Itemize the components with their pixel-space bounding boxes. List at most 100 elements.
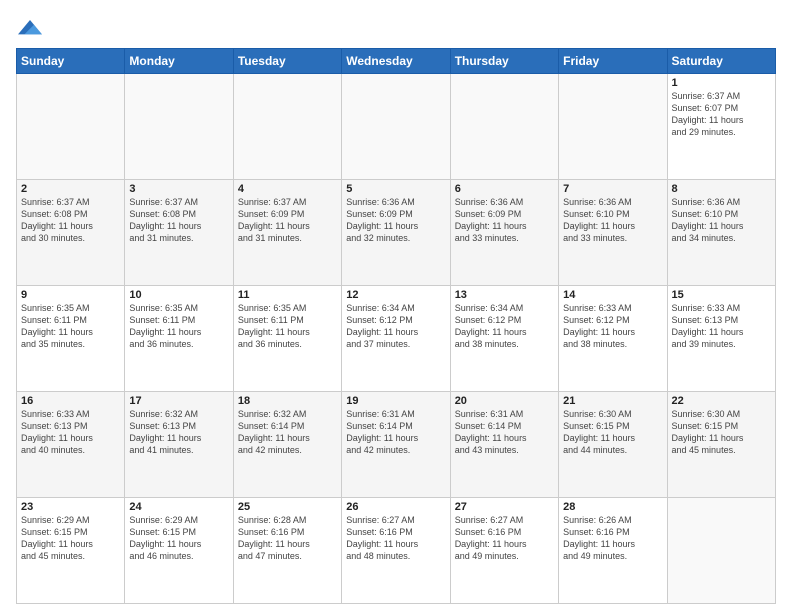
day-info: Sunrise: 6:32 AM Sunset: 6:13 PM Dayligh…	[129, 408, 228, 457]
weekday-header-monday: Monday	[125, 49, 233, 74]
day-number: 28	[563, 501, 662, 513]
day-info: Sunrise: 6:35 AM Sunset: 6:11 PM Dayligh…	[129, 302, 228, 351]
day-number: 19	[346, 395, 445, 407]
day-number: 23	[21, 501, 120, 513]
day-number: 12	[346, 289, 445, 301]
calendar-cell: 16Sunrise: 6:33 AM Sunset: 6:13 PM Dayli…	[17, 392, 125, 498]
weekday-header-wednesday: Wednesday	[342, 49, 450, 74]
day-info: Sunrise: 6:33 AM Sunset: 6:13 PM Dayligh…	[672, 302, 771, 351]
day-info: Sunrise: 6:36 AM Sunset: 6:09 PM Dayligh…	[346, 196, 445, 245]
day-number: 22	[672, 395, 771, 407]
calendar-cell	[125, 74, 233, 180]
day-number: 17	[129, 395, 228, 407]
calendar-cell: 18Sunrise: 6:32 AM Sunset: 6:14 PM Dayli…	[233, 392, 341, 498]
week-row-3: 9Sunrise: 6:35 AM Sunset: 6:11 PM Daylig…	[17, 286, 776, 392]
day-number: 13	[455, 289, 554, 301]
weekday-header-thursday: Thursday	[450, 49, 558, 74]
week-row-2: 2 Sunrise: 6:37 AM Sunset: 6:08 PM Daylig…	[17, 180, 776, 286]
calendar-cell	[233, 74, 341, 180]
day-info: Sunrise: 6:37 AM Sunset: 6:07 PM Dayligh…	[672, 90, 771, 139]
calendar-cell: 11Sunrise: 6:35 AM Sunset: 6:11 PM Dayli…	[233, 286, 341, 392]
calendar-cell: 7Sunrise: 6:36 AM Sunset: 6:10 PM Daylig…	[559, 180, 667, 286]
weekday-header-row: SundayMondayTuesdayWednesdayThursdayFrid…	[17, 49, 776, 74]
page: SundayMondayTuesdayWednesdayThursdayFrid…	[0, 0, 792, 612]
calendar-cell: 24Sunrise: 6:29 AM Sunset: 6:15 PM Dayli…	[125, 498, 233, 604]
day-number: 9	[21, 289, 120, 301]
calendar-table: SundayMondayTuesdayWednesdayThursdayFrid…	[16, 48, 776, 604]
logo	[16, 16, 42, 40]
day-number: 10	[129, 289, 228, 301]
day-info: Sunrise: 6:28 AM Sunset: 6:16 PM Dayligh…	[238, 514, 337, 563]
day-info: Sunrise: 6:36 AM Sunset: 6:10 PM Dayligh…	[563, 196, 662, 245]
day-number: 3	[129, 183, 228, 195]
calendar-cell: 22Sunrise: 6:30 AM Sunset: 6:15 PM Dayli…	[667, 392, 775, 498]
day-number: 25	[238, 501, 337, 513]
day-info: Sunrise: 6:33 AM Sunset: 6:12 PM Dayligh…	[563, 302, 662, 351]
day-number: 1	[672, 77, 771, 89]
day-info: Sunrise: 6:29 AM Sunset: 6:15 PM Dayligh…	[21, 514, 120, 563]
calendar-cell: 2Sunrise: 6:37 AM Sunset: 6:08 PM Daylig…	[17, 180, 125, 286]
day-number: 24	[129, 501, 228, 513]
day-info: Sunrise: 6:30 AM Sunset: 6:15 PM Dayligh…	[563, 408, 662, 457]
day-info: Sunrise: 6:35 AM Sunset: 6:11 PM Dayligh…	[238, 302, 337, 351]
header	[16, 16, 776, 40]
day-info: Sunrise: 6:37 AM Sunset: 6:09 PM Dayligh…	[238, 196, 337, 245]
day-info: Sunrise: 6:30 AM Sunset: 6:15 PM Dayligh…	[672, 408, 771, 457]
calendar-cell: 15Sunrise: 6:33 AM Sunset: 6:13 PM Dayli…	[667, 286, 775, 392]
week-row-5: 23Sunrise: 6:29 AM Sunset: 6:15 PM Dayli…	[17, 498, 776, 604]
day-number: 4	[238, 183, 337, 195]
day-number: 14	[563, 289, 662, 301]
weekday-header-saturday: Saturday	[667, 49, 775, 74]
calendar-cell: 13Sunrise: 6:34 AM Sunset: 6:12 PM Dayli…	[450, 286, 558, 392]
calendar-cell: 23Sunrise: 6:29 AM Sunset: 6:15 PM Dayli…	[17, 498, 125, 604]
weekday-header-sunday: Sunday	[17, 49, 125, 74]
day-info: Sunrise: 6:36 AM Sunset: 6:09 PM Dayligh…	[455, 196, 554, 245]
day-info: Sunrise: 6:33 AM Sunset: 6:13 PM Dayligh…	[21, 408, 120, 457]
day-info: Sunrise: 6:36 AM Sunset: 6:10 PM Dayligh…	[672, 196, 771, 245]
calendar-cell: 4Sunrise: 6:37 AM Sunset: 6:09 PM Daylig…	[233, 180, 341, 286]
day-info: Sunrise: 6:32 AM Sunset: 6:14 PM Dayligh…	[238, 408, 337, 457]
calendar-cell	[17, 74, 125, 180]
day-number: 18	[238, 395, 337, 407]
weekday-header-tuesday: Tuesday	[233, 49, 341, 74]
logo-icon	[18, 16, 42, 40]
day-number: 8	[672, 183, 771, 195]
day-number: 2	[21, 183, 120, 195]
calendar-cell: 9Sunrise: 6:35 AM Sunset: 6:11 PM Daylig…	[17, 286, 125, 392]
week-row-1: 1Sunrise: 6:37 AM Sunset: 6:07 PM Daylig…	[17, 74, 776, 180]
day-info: Sunrise: 6:27 AM Sunset: 6:16 PM Dayligh…	[346, 514, 445, 563]
calendar-cell: 14Sunrise: 6:33 AM Sunset: 6:12 PM Dayli…	[559, 286, 667, 392]
calendar-cell	[559, 74, 667, 180]
calendar-cell: 25Sunrise: 6:28 AM Sunset: 6:16 PM Dayli…	[233, 498, 341, 604]
day-info: Sunrise: 6:34 AM Sunset: 6:12 PM Dayligh…	[455, 302, 554, 351]
weekday-header-friday: Friday	[559, 49, 667, 74]
week-row-4: 16Sunrise: 6:33 AM Sunset: 6:13 PM Dayli…	[17, 392, 776, 498]
day-info: Sunrise: 6:35 AM Sunset: 6:11 PM Dayligh…	[21, 302, 120, 351]
calendar-cell: 28Sunrise: 6:26 AM Sunset: 6:16 PM Dayli…	[559, 498, 667, 604]
calendar-cell	[667, 498, 775, 604]
calendar-cell: 8Sunrise: 6:36 AM Sunset: 6:10 PM Daylig…	[667, 180, 775, 286]
calendar-cell: 1Sunrise: 6:37 AM Sunset: 6:07 PM Daylig…	[667, 74, 775, 180]
calendar-cell	[342, 74, 450, 180]
calendar-cell: 19Sunrise: 6:31 AM Sunset: 6:14 PM Dayli…	[342, 392, 450, 498]
day-number: 6	[455, 183, 554, 195]
day-number: 21	[563, 395, 662, 407]
calendar-cell: 26Sunrise: 6:27 AM Sunset: 6:16 PM Dayli…	[342, 498, 450, 604]
day-number: 7	[563, 183, 662, 195]
day-number: 5	[346, 183, 445, 195]
calendar-cell: 27Sunrise: 6:27 AM Sunset: 6:16 PM Dayli…	[450, 498, 558, 604]
day-info: Sunrise: 6:27 AM Sunset: 6:16 PM Dayligh…	[455, 514, 554, 563]
day-number: 11	[238, 289, 337, 301]
calendar-cell: 6Sunrise: 6:36 AM Sunset: 6:09 PM Daylig…	[450, 180, 558, 286]
day-number: 16	[21, 395, 120, 407]
calendar-cell: 20Sunrise: 6:31 AM Sunset: 6:14 PM Dayli…	[450, 392, 558, 498]
day-info: Sunrise: 6:31 AM Sunset: 6:14 PM Dayligh…	[346, 408, 445, 457]
day-number: 27	[455, 501, 554, 513]
day-number: 26	[346, 501, 445, 513]
calendar-cell	[450, 74, 558, 180]
day-number: 20	[455, 395, 554, 407]
calendar-cell: 10Sunrise: 6:35 AM Sunset: 6:11 PM Dayli…	[125, 286, 233, 392]
day-number: 15	[672, 289, 771, 301]
day-info: Sunrise: 6:37 AM Sunset: 6:08 PM Dayligh…	[129, 196, 228, 245]
day-info: Sunrise: 6:29 AM Sunset: 6:15 PM Dayligh…	[129, 514, 228, 563]
